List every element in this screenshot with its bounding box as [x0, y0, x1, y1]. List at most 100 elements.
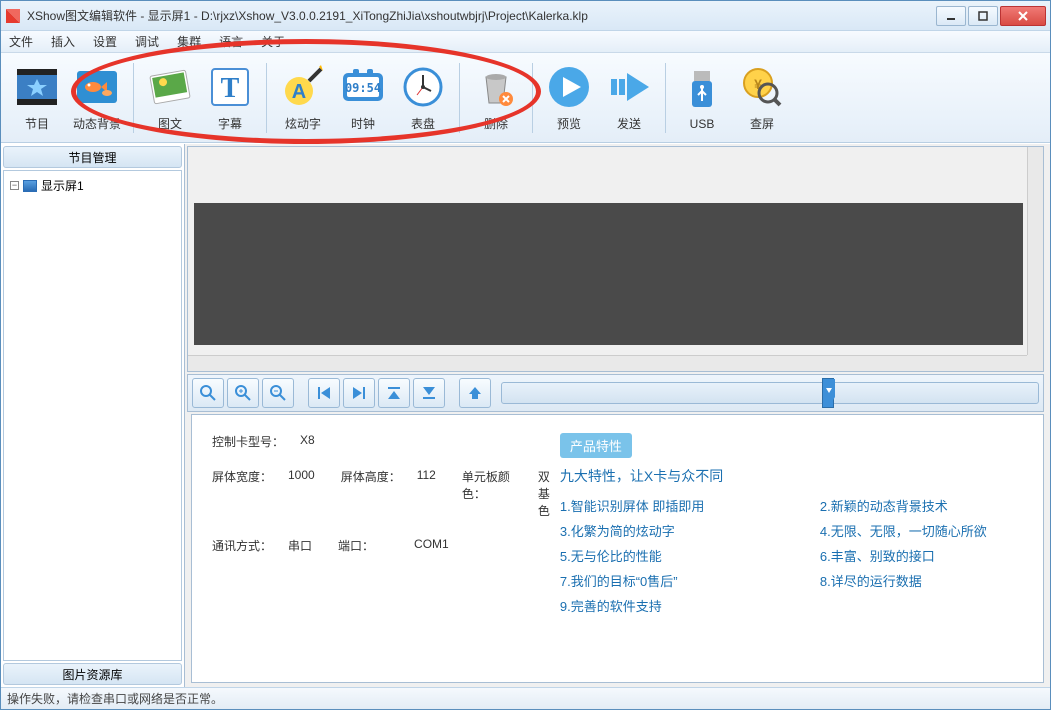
- tool-label: 动态背景: [73, 115, 121, 132]
- digital-clock-icon: 09:54: [339, 63, 387, 111]
- tool-label: 发送: [617, 115, 641, 132]
- feature-item: 5.无与伦比的性能: [560, 546, 810, 565]
- screen-height-label: 屏体高度：: [341, 468, 401, 519]
- minimize-button[interactable]: [936, 6, 966, 26]
- menu-insert[interactable]: 插入: [51, 33, 75, 50]
- photo-icon: [146, 63, 194, 111]
- expand-icon[interactable]: −: [10, 181, 19, 190]
- usb-icon: [678, 65, 726, 113]
- timeline-marker[interactable]: [822, 378, 834, 408]
- tool-program[interactable]: 节目: [7, 59, 67, 137]
- info-panel: 控制卡型号：X8 屏体宽度：1000 屏体高度：112 单元板颜色：双基色 通讯…: [191, 414, 1044, 683]
- coin-magnify-icon: ¥: [738, 63, 786, 111]
- feature-item: 7.我们的目标“0售后”: [560, 571, 810, 590]
- menu-language[interactable]: 语言: [219, 33, 243, 50]
- tool-preview[interactable]: 预览: [539, 59, 599, 137]
- app-icon: [5, 8, 21, 24]
- tool-label: 查屏: [750, 115, 774, 132]
- timeline-toolbar: [187, 374, 1044, 412]
- tool-delete[interactable]: 删除: [466, 59, 526, 137]
- toolbar-separator: [665, 63, 666, 133]
- tool-checkscreen[interactable]: ¥ 查屏: [732, 59, 792, 137]
- screen-width-value: 1000: [288, 468, 315, 519]
- tool-imagetext[interactable]: 图文: [140, 59, 200, 137]
- toolbar-separator: [266, 63, 267, 133]
- analog-clock-icon: [399, 63, 447, 111]
- toolbar: 节目 动态背景 图文 T 字幕 A 炫动字 09:54 时钟 表盘: [1, 53, 1050, 143]
- tool-label: 炫动字: [285, 115, 321, 132]
- skip-end-button[interactable]: [343, 378, 375, 408]
- toolbar-separator: [459, 63, 460, 133]
- cell-color-value: 双基色: [538, 468, 550, 519]
- tool-send[interactable]: 发送: [599, 59, 659, 137]
- program-manager-header: 节目管理: [3, 146, 182, 168]
- features-subtitle: 九大特性，让X卡与众不同: [560, 466, 1044, 486]
- status-text: 操作失败，请检查串口或网络是否正常。: [7, 690, 223, 707]
- feature-item: 2.新颖的动态背景技术: [820, 496, 1044, 515]
- tool-label: 节目: [25, 115, 49, 132]
- port-value: COM1: [414, 537, 449, 554]
- right-area: 控制卡型号：X8 屏体宽度：1000 屏体高度：112 单元板颜色：双基色 通讯…: [185, 144, 1050, 687]
- svg-text:09:54: 09:54: [345, 81, 381, 95]
- window-controls: [936, 6, 1046, 26]
- svg-text:T: T: [221, 73, 240, 104]
- tool-label: 删除: [484, 115, 508, 132]
- feature-item: 4.无限、无限，一切随心所欲: [820, 521, 1044, 540]
- zoom-in-button[interactable]: [227, 378, 259, 408]
- preview-zone: [187, 146, 1044, 372]
- screen-icon: [23, 180, 37, 192]
- card-model-value: X8: [300, 433, 315, 450]
- program-tree[interactable]: − 显示屏1: [3, 170, 182, 661]
- menu-debug[interactable]: 调试: [135, 33, 159, 50]
- tool-usb[interactable]: USB: [672, 59, 732, 137]
- left-panel: 节目管理 − 显示屏1 图片资源库: [1, 144, 185, 687]
- asset-library-button[interactable]: 图片资源库: [3, 663, 182, 685]
- scroll-corner: [1027, 355, 1043, 371]
- fish-scene-icon: [73, 63, 121, 111]
- comm-mode-value: 串口: [288, 537, 312, 554]
- timeline-track[interactable]: [501, 382, 1039, 404]
- tool-subtitle[interactable]: T 字幕: [200, 59, 260, 137]
- window-title: XShow图文编辑软件 - 显示屏1 - D:\rjxz\Xshow_V3.0.…: [27, 7, 936, 24]
- tool-dynamic-bg[interactable]: 动态背景: [67, 59, 127, 137]
- tool-label: 字幕: [218, 115, 242, 132]
- maximize-button[interactable]: [968, 6, 998, 26]
- features-list: 1.智能识别屏体 即插即用 2.新颖的动态背景技术 3.化繁为简的炫动字 4.无…: [560, 496, 1044, 615]
- menu-file[interactable]: 文件: [9, 33, 33, 50]
- tool-label: 预览: [557, 115, 581, 132]
- close-button[interactable]: [1000, 6, 1046, 26]
- svg-text:A: A: [292, 81, 306, 103]
- tree-item-screen1[interactable]: − 显示屏1: [8, 175, 177, 196]
- tool-dial[interactable]: 表盘: [393, 59, 453, 137]
- comm-mode-label: 通讯方式：: [212, 537, 272, 554]
- titlebar: XShow图文编辑软件 - 显示屏1 - D:\rjxz\Xshow_V3.0.…: [1, 1, 1050, 31]
- toolbar-separator: [133, 63, 134, 133]
- zoom-reset-button[interactable]: [192, 378, 224, 408]
- tool-label: 图文: [158, 115, 182, 132]
- feature-item: 6.丰富、别致的接口: [820, 546, 1044, 565]
- menu-settings[interactable]: 设置: [93, 33, 117, 50]
- tool-clock[interactable]: 09:54 时钟: [333, 59, 393, 137]
- jump-bottom-button[interactable]: [413, 378, 445, 408]
- screen-width-label: 屏体宽度：: [212, 468, 272, 519]
- scrollbar-vertical[interactable]: [1027, 147, 1043, 355]
- tool-fancytext[interactable]: A 炫动字: [273, 59, 333, 137]
- tree-item-label: 显示屏1: [41, 177, 84, 194]
- trash-icon: [472, 63, 520, 111]
- features-tag: 产品特性: [560, 433, 632, 458]
- feature-item: 1.智能识别屏体 即插即用: [560, 496, 810, 515]
- zoom-out-button[interactable]: [262, 378, 294, 408]
- send-arrow-icon: [605, 63, 653, 111]
- screen-height-value: 112: [417, 468, 436, 519]
- statusbar: 操作失败，请检查串口或网络是否正常。: [1, 687, 1050, 709]
- port-label: 端口：: [338, 537, 398, 554]
- menu-cluster[interactable]: 集群: [177, 33, 201, 50]
- scrollbar-horizontal[interactable]: [188, 355, 1027, 371]
- tool-label: USB: [690, 117, 715, 131]
- skip-start-button[interactable]: [308, 378, 340, 408]
- move-up-button[interactable]: [459, 378, 491, 408]
- preview-canvas[interactable]: [194, 203, 1023, 345]
- jump-top-button[interactable]: [378, 378, 410, 408]
- device-info: 控制卡型号：X8 屏体宽度：1000 屏体高度：112 单元板颜色：双基色 通讯…: [212, 433, 550, 664]
- menu-about[interactable]: 关于: [261, 33, 285, 50]
